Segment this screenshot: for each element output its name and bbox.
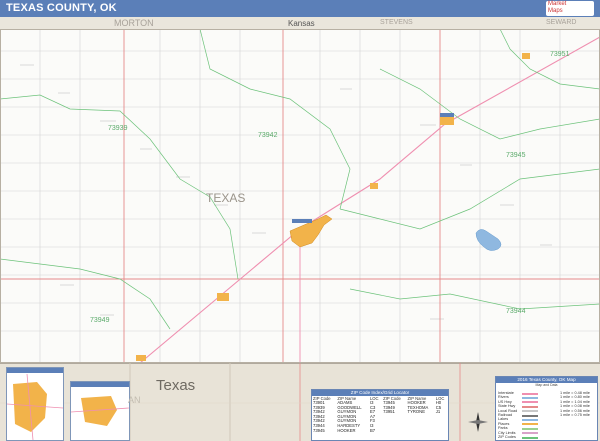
map-legend: 2016 Texas County, OK Map Map and Data I… — [495, 376, 598, 441]
legend-scale-item: 1 mile = 0.75 mile — [560, 413, 590, 417]
legend-scale-item: 1 mile = 0.48 mile — [560, 391, 590, 395]
legend-swatch — [522, 401, 538, 404]
title-bar: TEXAS COUNTY, OK Market Maps — [0, 0, 600, 17]
zip-label-73944: 73944 — [506, 308, 526, 315]
cell: B7 — [369, 427, 376, 433]
cell — [382, 429, 406, 434]
legend-scale-item: 1 mile = 0.08 mile — [560, 404, 590, 409]
legend-swatch — [522, 432, 538, 435]
legend-swatch — [522, 418, 538, 421]
legend-scale-item: 1 mile = 0.80 mile — [560, 395, 590, 400]
city-label-box-hooker — [440, 113, 454, 117]
legend-item: Places — [498, 421, 510, 426]
legend-item: State Hwy — [498, 404, 516, 409]
zip-label-73945: 73945 — [506, 152, 526, 159]
table-row: 73945 HOOKER B7 — [312, 427, 448, 434]
legend-item: Local Road — [498, 408, 518, 413]
neighbor-county-stevens: STEVENS — [380, 19, 413, 26]
legend-swatch — [522, 396, 538, 399]
minor-road-fragments — [20, 64, 552, 320]
legend-swatch — [522, 436, 538, 439]
city-label-box-guymon — [292, 219, 312, 223]
legend-scale-item: 1 mile = 1.04 mile — [560, 399, 590, 404]
neighbor-county-seward: SEWARD — [546, 19, 577, 26]
inset-header-1 — [7, 368, 63, 373]
neighbor-county-morton: MORTON — [114, 18, 154, 28]
legend-swatch — [522, 410, 538, 413]
zip-label-73942: 73942 — [258, 132, 278, 139]
zip-label-73951: 73951 — [550, 51, 570, 58]
zip-label-73949: 73949 — [90, 317, 110, 324]
inset-header-2 — [71, 382, 129, 387]
logo-text-1: Market — [548, 1, 567, 7]
state-label-texas: Texas — [156, 377, 196, 394]
neighbor-county-strip: MORTON Kansas STEVENS SEWARD — [0, 17, 600, 29]
cell — [435, 429, 448, 434]
legend-item: City Limits — [498, 430, 516, 435]
inset-map-city-1[interactable] — [6, 367, 64, 441]
cell: HOOKER — [337, 427, 356, 433]
legend-item: ZIP Codes — [498, 435, 516, 439]
county-name-label: TEXAS — [206, 191, 245, 205]
cell: 73945 — [313, 427, 325, 433]
legend-item: Rivers — [498, 395, 509, 400]
legend-swatch — [522, 423, 538, 426]
compass-rose-icon — [468, 412, 488, 432]
legend-item: Interstate — [498, 391, 514, 395]
logo-text-2: Maps — [548, 8, 563, 14]
legend-item: Parks — [498, 426, 508, 431]
map-canvas: 73939 73942 73945 73951 73949 73944 TEXA… — [0, 28, 600, 364]
zip-code-index: ZIP Code Index/Grid Locator ZIP Code ZIP… — [311, 389, 449, 441]
city-hooker — [440, 117, 454, 125]
county-fragment-label: AN — [128, 395, 141, 405]
legend-swatch — [522, 414, 538, 417]
map-area[interactable]: 73939 73942 73945 73951 73949 73944 TEXA… — [0, 28, 600, 364]
legend-item: US Hwy — [498, 399, 512, 404]
zip-index-table: ZIP Code ZIP Name LOC ZIP Code ZIP Name … — [312, 396, 448, 433]
zip-label-73939: 73939 — [108, 125, 128, 132]
city-texhoma — [136, 355, 146, 361]
neighbor-state-kansas: Kansas — [288, 19, 315, 28]
inset-canvas-2 — [71, 396, 129, 426]
city-tyrone — [522, 53, 530, 59]
legend-subtitle: Map and Data — [535, 383, 558, 387]
city-texhoma-area — [217, 293, 229, 301]
inset-map-city-2[interactable] — [70, 381, 130, 441]
legend-swatch — [522, 427, 538, 430]
legend-scale-item: 1 mile = 0.56 mile — [560, 408, 590, 413]
inset-canvas-1 — [7, 374, 63, 440]
legend-item: Railroad — [498, 413, 513, 417]
city-small-1 — [370, 183, 378, 189]
cell — [407, 429, 435, 434]
publisher-logo: Market Maps — [546, 1, 594, 16]
legend-item: Lakes — [498, 417, 509, 422]
legend-swatch — [522, 392, 538, 395]
legend-swatch — [522, 405, 538, 408]
map-title: TEXAS COUNTY, OK — [6, 2, 117, 14]
